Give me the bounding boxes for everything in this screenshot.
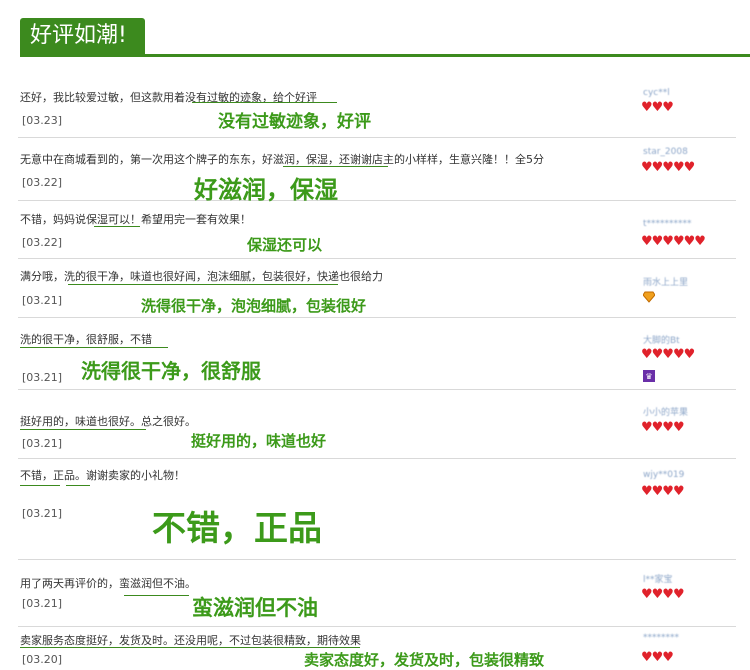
review-row: 无意中在商城看到的，第一次用这个牌子的东东，好滋润，保湿，还谢谢店主的小样样，生…	[18, 138, 736, 204]
reviewer-name: 大脚的Bt	[643, 336, 680, 346]
review-text: 满分哦，洗的很干净，味道也很好闻，泡沫细腻，包装很好，快递也很给力	[20, 270, 383, 283]
review-caption: 保湿还可以	[247, 236, 323, 254]
svg-text:♛: ♛	[645, 372, 652, 381]
review-row: 满分哦，洗的很干净，味道也很好闻，泡沫细腻，包装很好，快递也很给力 [03.21…	[18, 259, 736, 318]
review-date: [03.23]	[22, 114, 63, 127]
review-row: 洗的很干净，很舒服，不错 [03.21] 洗得很干净，很舒服 大脚的Bt ♥♥♥…	[18, 318, 736, 390]
review-row: 挺好用的，味道也很好。总之很好。 [03.21] 挺好用的，味道也好 小小的苹果…	[18, 390, 736, 459]
reviewer-name: 雨水上上里	[643, 278, 689, 288]
review-text: 不错，妈妈说保湿可以！希望用完一套有效果！	[20, 213, 251, 226]
medal-badge-icon: ♛	[643, 370, 655, 382]
review-caption: 没有过敏迹象，好评	[218, 112, 371, 132]
review-date: [03.21]	[22, 507, 63, 520]
rating-hearts-icon: ♥♥♥♥	[641, 484, 685, 499]
review-row: 还好，我比较爱过敏，但这款用着没有过敏的迹象，给个好评 [03.23] 没有过敏…	[18, 86, 736, 138]
review-row: 不错，正品。谢谢卖家的小礼物！ [03.21] 不错，正品 wjy**019 ♥…	[18, 459, 736, 560]
review-caption: 洗得很干净，很舒服	[81, 359, 261, 383]
review-date: [03.21]	[22, 294, 63, 307]
reviewer-name: 小小的苹果	[643, 408, 689, 418]
highlight-underline	[94, 226, 140, 227]
review-caption: 好滋润，保湿	[194, 176, 338, 204]
reviewer-name: cyc**l	[643, 88, 670, 98]
reviewer-name: ********	[643, 633, 679, 643]
review-text: 无意中在商城看到的，第一次用这个牌子的东东，好滋润，保湿，还谢谢店主的小样样，生…	[20, 153, 544, 166]
reviewer-name: l**家宝	[643, 575, 673, 585]
highlight-underline	[192, 102, 337, 103]
title-divider	[20, 54, 750, 57]
rating-hearts-icon: ♥♥♥♥	[641, 587, 685, 602]
review-text: 用了两天再评价的，蛮滋润但不油。	[20, 577, 196, 590]
reviewer-name: t**********	[643, 219, 692, 229]
reviewer-name: wjy**019	[643, 470, 685, 480]
highlight-underline	[66, 485, 90, 486]
review-date: [03.22]	[22, 236, 63, 249]
highlight-underline	[20, 485, 60, 486]
review-date: [03.20]	[22, 653, 63, 666]
review-text: 卖家服务态度挺好，发货及时。还没用呢，不过包装很精致，期待效果	[20, 634, 361, 647]
review-caption: 不错，正品	[152, 509, 322, 549]
review-caption: 洗得很干净，泡泡细腻，包装很好	[141, 297, 367, 315]
review-caption: 挺好用的，味道也好	[191, 432, 327, 450]
review-row: 用了两天再评价的，蛮滋润但不油。 [03.21] 蛮滋润但不油 l**家宝 ♥♥…	[18, 560, 736, 627]
review-caption: 蛮滋润但不油	[192, 596, 318, 620]
rating-hearts-icon: ♥♥♥♥♥	[641, 347, 695, 362]
rating-hearts-icon: ♥♥♥	[641, 100, 674, 115]
section-header: 好评如潮!	[0, 0, 750, 60]
rating-hearts-icon: ♥♥♥♥♥♥	[641, 234, 706, 249]
review-date: [03.21]	[22, 371, 63, 384]
highlight-underline	[124, 595, 189, 596]
highlight-underline	[68, 284, 338, 285]
review-date: [03.21]	[22, 437, 63, 450]
highlight-underline	[20, 429, 146, 430]
review-caption: 卖家态度好，发货及时，包装很精致	[304, 651, 545, 669]
highlight-underline	[20, 347, 168, 348]
review-row: 卖家服务态度挺好，发货及时。还没用呢，不过包装很精致，期待效果 [03.20] …	[18, 627, 736, 669]
review-text: 洗的很干净，很舒服，不错	[20, 333, 152, 346]
page-title: 好评如潮!	[20, 18, 145, 54]
review-text: 不错，正品。谢谢卖家的小礼物！	[20, 469, 185, 482]
rating-hearts-icon: ♥♥♥	[641, 650, 674, 665]
review-text: 挺好用的，味道也很好。总之很好。	[20, 415, 196, 428]
highlight-underline	[20, 647, 360, 648]
diamond-badge-icon	[643, 291, 655, 303]
rating-hearts-icon: ♥♥♥♥♥	[641, 160, 695, 175]
reviewer-name: star_2008	[643, 147, 688, 157]
review-date: [03.21]	[22, 597, 63, 610]
rating-hearts-icon: ♥♥♥♥	[641, 420, 685, 435]
review-row: 不错，妈妈说保湿可以！希望用完一套有效果！ [03.22] 保湿还可以 t***…	[18, 201, 736, 259]
highlight-underline	[283, 166, 388, 167]
review-date: [03.22]	[22, 176, 63, 189]
